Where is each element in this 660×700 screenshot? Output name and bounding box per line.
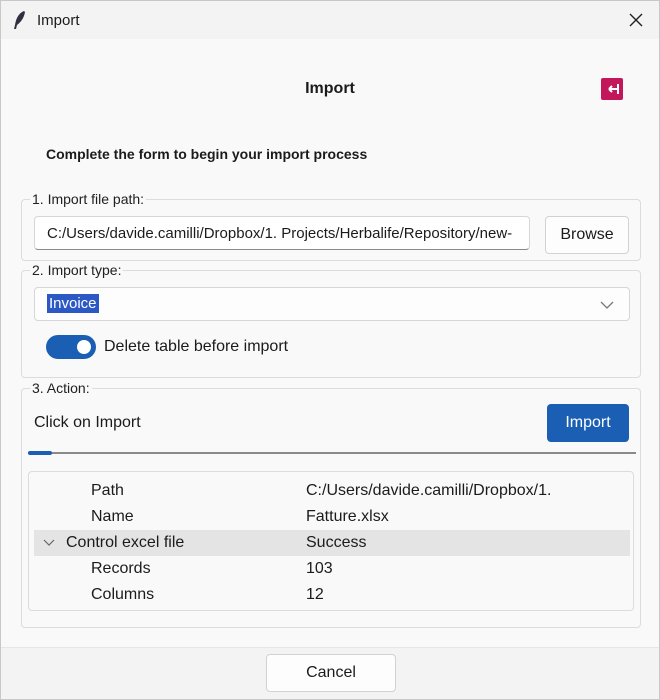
chevron-down-icon[interactable]	[42, 536, 56, 550]
import-button[interactable]: Import	[547, 404, 629, 442]
action-legend: 3. Action:	[30, 380, 92, 396]
page-title: Import	[305, 80, 355, 97]
delete-table-toggle[interactable]	[46, 335, 96, 359]
tree-value: Success	[306, 534, 367, 551]
close-button[interactable]	[613, 1, 659, 39]
dialog-content: Import Complete the form to begin your i…	[1, 39, 659, 699]
result-tree[interactable]: Path C:/Users/davide.camilli/Dropbox/1. …	[28, 471, 634, 611]
tree-value: Fatture.xlsx	[306, 508, 389, 525]
action-group: 3. Action: Click on Import Import Path C…	[21, 380, 641, 628]
chevron-down-icon	[600, 301, 614, 309]
browse-button[interactable]: Browse	[545, 216, 629, 254]
title-bar: Import	[1, 1, 659, 39]
tree-value: C:/Users/davide.camilli/Dropbox/1.	[306, 482, 552, 499]
import-type-group: 2. Import type: Invoice Delete table bef…	[21, 262, 641, 378]
progress-bar	[28, 451, 52, 455]
delete-table-label: Delete table before import	[104, 338, 289, 355]
tree-key: Control excel file	[66, 534, 185, 551]
tree-row-control-excel-file[interactable]: Control excel file Success	[34, 530, 630, 556]
tree-key: Records	[91, 560, 151, 577]
cancel-button[interactable]: Cancel	[266, 654, 396, 692]
tree-row-columns[interactable]: Columns 12	[34, 582, 630, 608]
progress-track	[28, 452, 636, 454]
action-status-label: Click on Import	[34, 414, 141, 431]
import-type-legend: 2. Import type:	[30, 262, 124, 278]
import-window: Import Import Complete the form to begin…	[0, 0, 660, 700]
tree-value: 12	[306, 586, 324, 603]
tree-value: 103	[306, 560, 333, 577]
tree-row-records[interactable]: Records 103	[34, 556, 630, 582]
tree-row-name[interactable]: Name Fatture.xlsx	[34, 504, 630, 530]
window-title: Import	[37, 12, 80, 29]
feather-icon	[14, 11, 25, 29]
import-file-path-group: 1. Import file path: C:/Users/davide.cam…	[21, 191, 641, 261]
tree-key: Name	[91, 508, 134, 525]
tree-row-path[interactable]: Path C:/Users/davide.camilli/Dropbox/1.	[34, 478, 630, 504]
toggle-knob	[77, 340, 91, 354]
exit-button[interactable]	[601, 78, 623, 100]
import-type-value: Invoice	[47, 294, 99, 313]
exit-icon	[608, 84, 619, 94]
tree-key: Path	[91, 482, 124, 499]
close-icon	[629, 13, 643, 27]
import-type-select[interactable]: Invoice	[34, 287, 630, 321]
import-file-path-legend: 1. Import file path:	[30, 191, 147, 207]
file-path-input[interactable]: C:/Users/davide.camilli/Dropbox/1. Proje…	[34, 216, 530, 250]
tree-key: Columns	[91, 586, 155, 603]
form-instructions: Complete the form to begin your import p…	[46, 146, 368, 162]
